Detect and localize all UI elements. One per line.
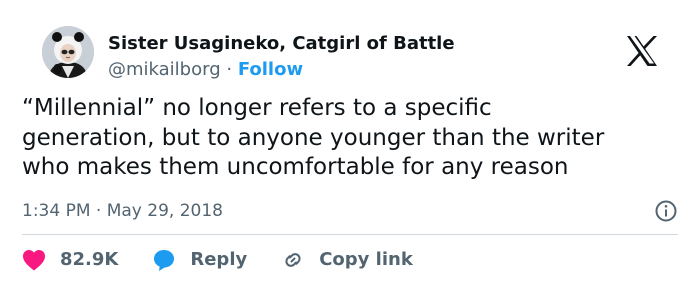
like-count: 82.9K bbox=[60, 249, 119, 270]
tweet-text: “Millennial” no longer refers to a speci… bbox=[22, 95, 605, 180]
follow-button[interactable]: Follow bbox=[238, 59, 303, 80]
like-button[interactable]: 82.9K bbox=[22, 248, 118, 272]
reply-button[interactable]: Reply bbox=[152, 248, 247, 272]
panda-hood-avatar-icon bbox=[42, 26, 94, 78]
action-bar: 82.9K Reply Copy link bbox=[22, 247, 447, 273]
tweet-card: Sister Usagineko, Catgirl of Battle @mik… bbox=[0, 0, 700, 287]
link-icon bbox=[285, 253, 301, 267]
tweet-header: Sister Usagineko, Catgirl of Battle @mik… bbox=[20, 12, 680, 80]
copy-link-button[interactable]: Copy link bbox=[281, 248, 413, 272]
speech-bubble-icon bbox=[154, 250, 175, 271]
copy-link-label: Copy link bbox=[319, 249, 413, 270]
info-icon[interactable] bbox=[654, 199, 678, 223]
author-info: Sister Usagineko, Catgirl of Battle @mik… bbox=[108, 32, 455, 82]
heart-icon bbox=[23, 250, 45, 271]
divider bbox=[22, 234, 678, 235]
avatar[interactable] bbox=[42, 26, 94, 78]
author-handle-line: @mikailborg · Follow bbox=[108, 58, 455, 82]
handle-separator: · bbox=[226, 59, 233, 80]
author-display-name[interactable]: Sister Usagineko, Catgirl of Battle bbox=[108, 32, 455, 56]
tweet-timestamp[interactable]: 1:34 PM · May 29, 2018 bbox=[22, 201, 223, 221]
reply-label: Reply bbox=[190, 249, 248, 270]
author-handle[interactable]: @mikailborg bbox=[108, 59, 221, 80]
x-logo-icon[interactable] bbox=[626, 36, 658, 66]
tweet-meta: 1:34 PM · May 29, 2018 bbox=[22, 199, 678, 223]
